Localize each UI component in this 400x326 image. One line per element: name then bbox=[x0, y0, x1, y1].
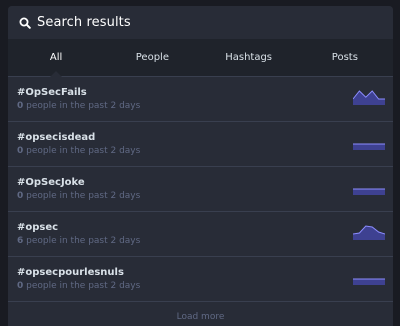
hashtag-usage: 0 people in the past 2 days bbox=[17, 146, 140, 156]
hashtag-name[interactable]: #opsecpourlesnuls bbox=[17, 267, 124, 278]
load-more-button[interactable]: Load more bbox=[8, 302, 393, 326]
hashtag-name[interactable]: #opsec bbox=[17, 222, 58, 233]
trend-sparkline bbox=[353, 143, 385, 150]
hashtag-row[interactable]: #opsecisdead 0 people in the past 2 days bbox=[8, 122, 393, 167]
hashtag-name[interactable]: #OpSecFails bbox=[17, 87, 87, 98]
hashtag-row[interactable]: #opsec 6 people in the past 2 days bbox=[8, 212, 393, 257]
tab-all[interactable]: All bbox=[8, 39, 104, 77]
hashtag-row[interactable]: #OpSecJoke 0 people in the past 2 days bbox=[8, 167, 393, 212]
load-more-label: Load more bbox=[176, 312, 225, 322]
tab-posts[interactable]: Posts bbox=[297, 39, 393, 76]
search-icon bbox=[19, 17, 31, 29]
tab-people[interactable]: People bbox=[104, 39, 200, 76]
hashtag-usage: 0 people in the past 2 days bbox=[17, 191, 140, 201]
hashtag-name[interactable]: #OpSecJoke bbox=[17, 177, 85, 188]
header-title: Search results bbox=[37, 15, 131, 30]
search-results-header: Search results bbox=[8, 6, 393, 39]
tab-label: Posts bbox=[331, 52, 358, 63]
usage-text: people in the past 2 days bbox=[23, 236, 141, 246]
tab-label: All bbox=[49, 52, 63, 63]
usage-text: people in the past 2 days bbox=[23, 146, 141, 156]
hashtag-usage: 0 people in the past 2 days bbox=[17, 281, 140, 291]
hashtag-row[interactable]: #OpSecFails 0 people in the past 2 days bbox=[8, 77, 393, 122]
usage-text: people in the past 2 days bbox=[23, 191, 141, 201]
trend-sparkline bbox=[353, 225, 385, 240]
hashtag-list: #OpSecFails 0 people in the past 2 days … bbox=[8, 77, 393, 302]
trend-sparkline bbox=[353, 278, 385, 285]
sparkline-area bbox=[353, 189, 385, 195]
hashtag-name[interactable]: #opsecisdead bbox=[17, 132, 95, 143]
hashtag-usage: 6 people in the past 2 days bbox=[17, 236, 140, 246]
tab-hashtags[interactable]: Hashtags bbox=[201, 39, 297, 76]
sparkline-area bbox=[353, 144, 385, 150]
sparkline-area bbox=[353, 279, 385, 285]
search-results-panel: Search results All People Hashtags Posts… bbox=[8, 6, 393, 326]
tab-label: People bbox=[135, 52, 169, 63]
trend-sparkline bbox=[353, 188, 385, 195]
hashtag-usage: 0 people in the past 2 days bbox=[17, 101, 140, 111]
tab-label: Hashtags bbox=[225, 52, 273, 63]
hashtag-row[interactable]: #opsecpourlesnuls 0 people in the past 2… bbox=[8, 257, 393, 302]
usage-text: people in the past 2 days bbox=[23, 281, 141, 291]
search-tabs: All People Hashtags Posts bbox=[8, 39, 393, 77]
trend-sparkline bbox=[353, 90, 385, 105]
usage-text: people in the past 2 days bbox=[23, 101, 141, 111]
